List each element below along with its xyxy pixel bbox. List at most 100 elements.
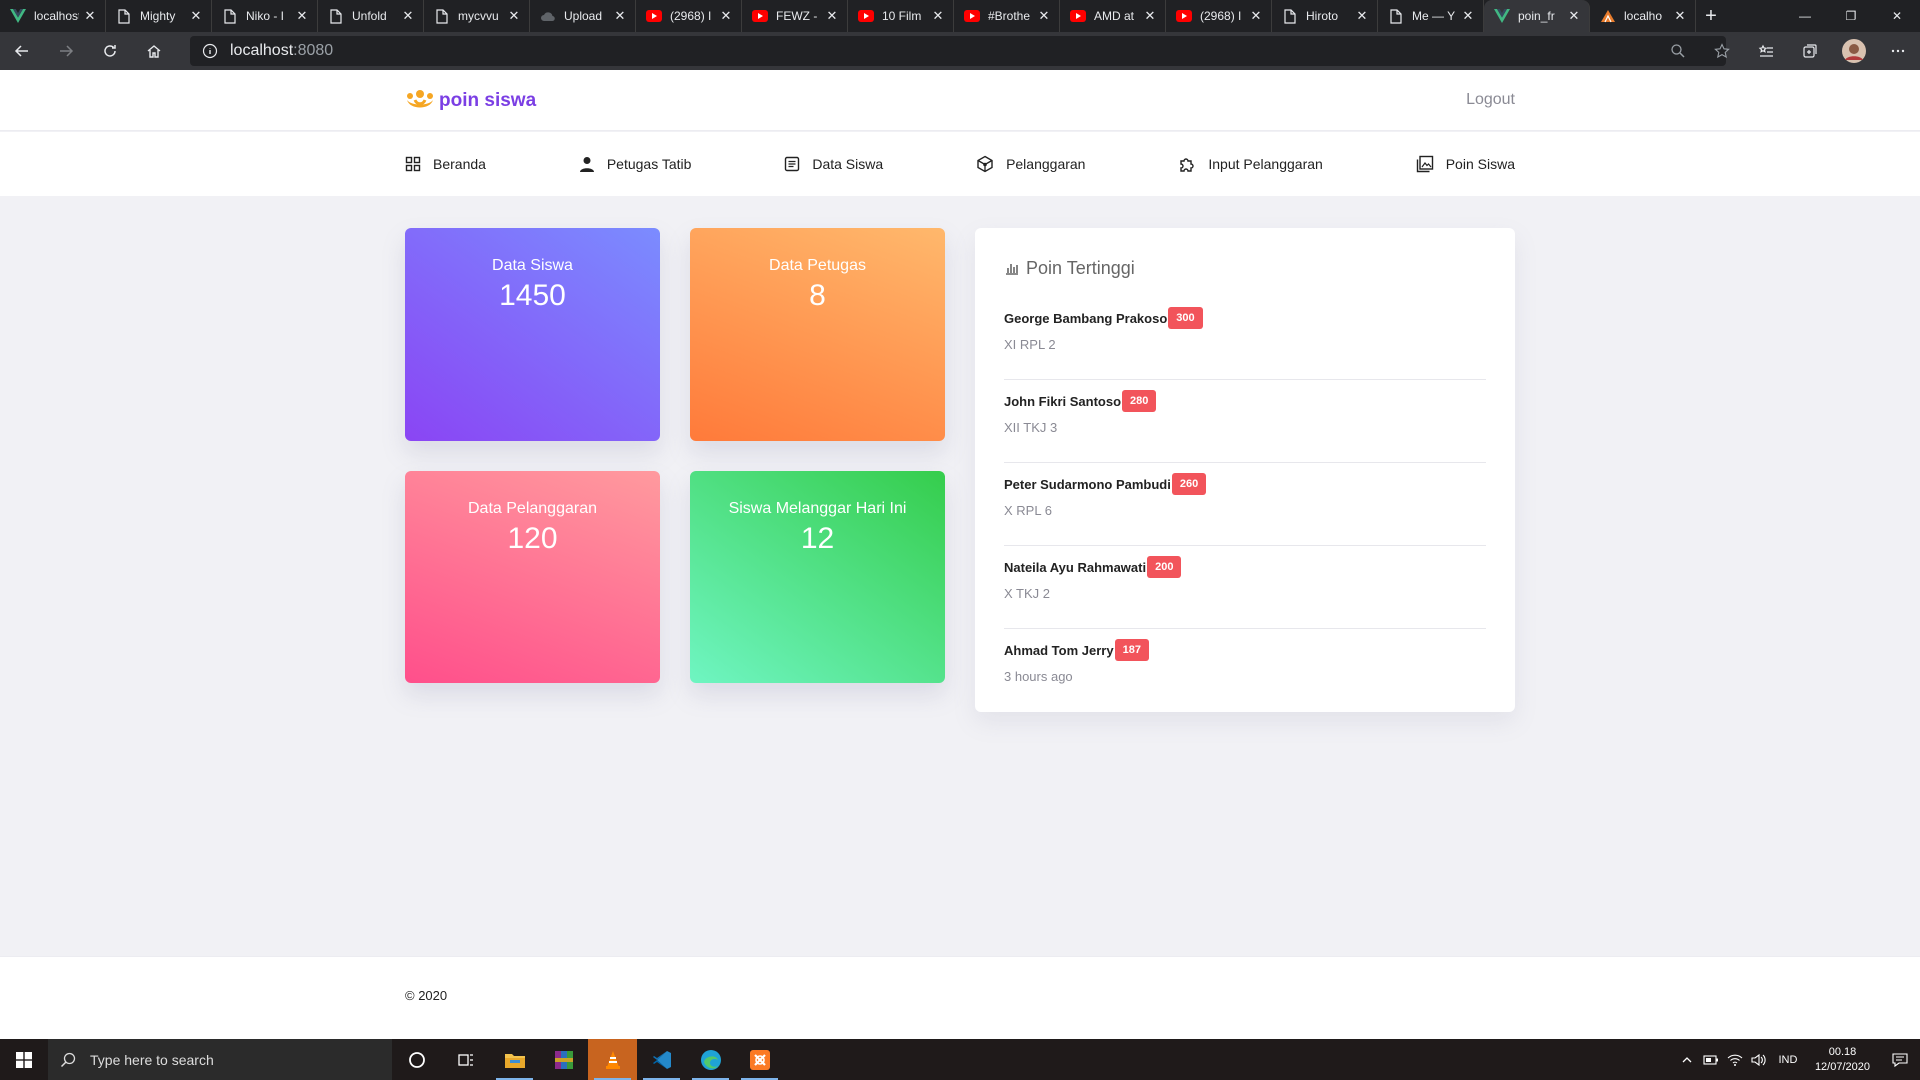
points-badge: 280 bbox=[1122, 390, 1157, 412]
task-view-button[interactable] bbox=[441, 1039, 490, 1080]
brand-logo[interactable]: poin siswa bbox=[405, 88, 536, 114]
close-tab-icon[interactable]: ✕ bbox=[1567, 8, 1581, 24]
nav-item-poin-siswa[interactable]: Poin Siswa bbox=[1416, 155, 1515, 173]
wifi-icon bbox=[1727, 1054, 1743, 1066]
taskbar-vlc[interactable] bbox=[588, 1039, 637, 1080]
browser-tab[interactable]: mycvvu ✕ bbox=[424, 0, 530, 32]
student-class: XII TKJ 3 bbox=[1004, 420, 1058, 435]
taskbar-search[interactable]: Type here to search bbox=[48, 1039, 392, 1080]
nav-item-data-siswa[interactable]: Data Siswa bbox=[784, 156, 883, 172]
list-item[interactable]: George Bambang Prakoso 300 XI RPL 2 bbox=[1004, 297, 1486, 380]
browser-tab[interactable]: Mighty ✕ bbox=[106, 0, 212, 32]
close-tab-icon[interactable]: ✕ bbox=[83, 8, 97, 24]
logout-link[interactable]: Logout bbox=[1466, 91, 1515, 109]
browser-tab-title: (2968) I bbox=[670, 9, 712, 23]
close-tab-icon[interactable]: ✕ bbox=[1461, 8, 1475, 24]
browser-tab[interactable]: #Brothe ✕ bbox=[954, 0, 1060, 32]
show-hidden-icons-button[interactable] bbox=[1675, 1039, 1699, 1080]
browser-toolbar: localhost:8080 bbox=[0, 32, 1920, 70]
browser-tab-title: Upload bbox=[564, 9, 603, 23]
taskbar-vscode[interactable] bbox=[637, 1039, 686, 1080]
list-item[interactable]: Nateila Ayu Rahmawati 200 X TKJ 2 bbox=[1004, 546, 1486, 629]
home-button[interactable] bbox=[132, 32, 176, 70]
back-button[interactable] bbox=[0, 32, 44, 70]
browser-tab[interactable]: (2968) I ✕ bbox=[636, 0, 742, 32]
close-tab-icon[interactable]: ✕ bbox=[401, 8, 415, 24]
browser-tab[interactable]: Niko - I ✕ bbox=[212, 0, 318, 32]
stat-card-label: Data Siswa bbox=[492, 257, 573, 274]
close-tab-icon[interactable]: ✕ bbox=[1355, 8, 1369, 24]
browser-tab[interactable]: Hiroto ✕ bbox=[1272, 0, 1378, 32]
stat-card-value: 12 bbox=[800, 522, 835, 555]
close-tab-icon[interactable]: ✕ bbox=[1673, 8, 1687, 24]
browser-tab[interactable]: FEWZ - ✕ bbox=[742, 0, 848, 32]
browser-tab[interactable]: Me — Y ✕ bbox=[1378, 0, 1484, 32]
address-bar[interactable]: localhost:8080 bbox=[190, 36, 1726, 66]
browser-tab[interactable]: poin_fr ✕ bbox=[1484, 0, 1590, 32]
action-center-button[interactable] bbox=[1880, 1039, 1920, 1080]
folder-icon bbox=[504, 1053, 525, 1068]
restore-button[interactable]: ❐ bbox=[1828, 0, 1874, 32]
nav-item-beranda[interactable]: Beranda bbox=[405, 156, 486, 172]
browser-tab[interactable]: localhost ✕ bbox=[0, 0, 106, 32]
close-tab-icon[interactable]: ✕ bbox=[507, 8, 521, 24]
collections-button[interactable] bbox=[1788, 32, 1832, 70]
more-options-button[interactable] bbox=[1876, 32, 1920, 70]
browser-tab[interactable]: Unfold ✕ bbox=[318, 0, 424, 32]
browser-tab[interactable]: AMD at ✕ bbox=[1060, 0, 1166, 32]
app-header: poin siswa Logout bbox=[0, 70, 1920, 131]
close-tab-icon[interactable]: ✕ bbox=[189, 8, 203, 24]
browser-tab[interactable]: localho ✕ bbox=[1590, 0, 1696, 32]
profile-button[interactable] bbox=[1832, 32, 1876, 70]
stat-card-siswa-melanggar[interactable]: Siswa Melanggar Hari Ini 12 bbox=[690, 471, 945, 683]
language-indicator[interactable]: IND bbox=[1771, 1039, 1805, 1080]
winrar-icon bbox=[554, 1050, 573, 1069]
close-tab-icon[interactable]: ✕ bbox=[295, 8, 309, 24]
stat-card-data-pelanggaran[interactable]: Data Pelanggaran 120 bbox=[405, 471, 660, 683]
battery-button[interactable] bbox=[1699, 1039, 1723, 1080]
taskbar-edge[interactable] bbox=[686, 1039, 735, 1080]
close-tab-icon[interactable]: ✕ bbox=[1249, 8, 1263, 24]
nav-item-input-pelanggaran[interactable]: Input Pelanggaran bbox=[1178, 155, 1323, 173]
student-name: John Fikri Santoso bbox=[1004, 393, 1122, 409]
brand-name: poin siswa bbox=[439, 90, 537, 111]
list-item[interactable]: Peter Sudarmono Pambudi 260 X RPL 6 bbox=[1004, 463, 1486, 546]
network-button[interactable] bbox=[1723, 1039, 1747, 1080]
browser-tab[interactable]: 10 Film ✕ bbox=[848, 0, 954, 32]
close-window-button[interactable]: ✕ bbox=[1874, 0, 1920, 32]
browser-tab[interactable]: Upload ✕ bbox=[530, 0, 636, 32]
zoom-button[interactable] bbox=[1656, 32, 1700, 70]
minimize-button[interactable]: — bbox=[1782, 0, 1828, 32]
taskbar-winrar[interactable] bbox=[539, 1039, 588, 1080]
new-tab-button[interactable]: + bbox=[1696, 0, 1726, 32]
stat-card-label: Siswa Melanggar Hari Ini bbox=[728, 500, 907, 517]
main-navigation: Beranda Petugas Tatib Data Siswa Pelangg… bbox=[0, 132, 1920, 196]
close-tab-icon[interactable]: ✕ bbox=[613, 8, 627, 24]
close-tab-icon[interactable]: ✕ bbox=[1037, 8, 1051, 24]
ranking-list: George Bambang Prakoso 300 XI RPL 2 John … bbox=[1004, 297, 1486, 712]
start-button[interactable] bbox=[0, 1039, 48, 1080]
refresh-button[interactable] bbox=[88, 32, 132, 70]
taskbar-xampp[interactable] bbox=[735, 1039, 784, 1080]
close-tab-icon[interactable]: ✕ bbox=[719, 8, 733, 24]
volume-button[interactable] bbox=[1747, 1039, 1771, 1080]
cortana-icon bbox=[408, 1051, 425, 1068]
nav-item-pelanggaran[interactable]: Pelanggaran bbox=[976, 155, 1085, 173]
browser-tab[interactable]: (2968) I ✕ bbox=[1166, 0, 1272, 32]
list-item[interactable]: Ahmad Tom Jerry 187 3 hours ago bbox=[1004, 629, 1486, 712]
close-tab-icon[interactable]: ✕ bbox=[825, 8, 839, 24]
stat-card-data-petugas[interactable]: Data Petugas 8 bbox=[690, 228, 945, 441]
list-item[interactable]: John Fikri Santoso 280 XII TKJ 3 bbox=[1004, 380, 1486, 463]
close-tab-icon[interactable]: ✕ bbox=[1143, 8, 1157, 24]
favorites-bar-button[interactable] bbox=[1744, 32, 1788, 70]
cortana-button[interactable] bbox=[392, 1039, 441, 1080]
favorite-button[interactable] bbox=[1700, 32, 1744, 70]
clock[interactable]: 00.18 12/07/2020 bbox=[1805, 1045, 1880, 1075]
stat-card-data-siswa[interactable]: Data Siswa 1450 bbox=[405, 228, 660, 441]
close-tab-icon[interactable]: ✕ bbox=[931, 8, 945, 24]
youtube-icon bbox=[1070, 8, 1086, 24]
forward-button[interactable] bbox=[44, 32, 88, 70]
notification-icon bbox=[1892, 1052, 1908, 1067]
taskbar-file-explorer[interactable] bbox=[490, 1039, 539, 1080]
nav-item-petugas-tatib[interactable]: Petugas Tatib bbox=[579, 156, 691, 172]
